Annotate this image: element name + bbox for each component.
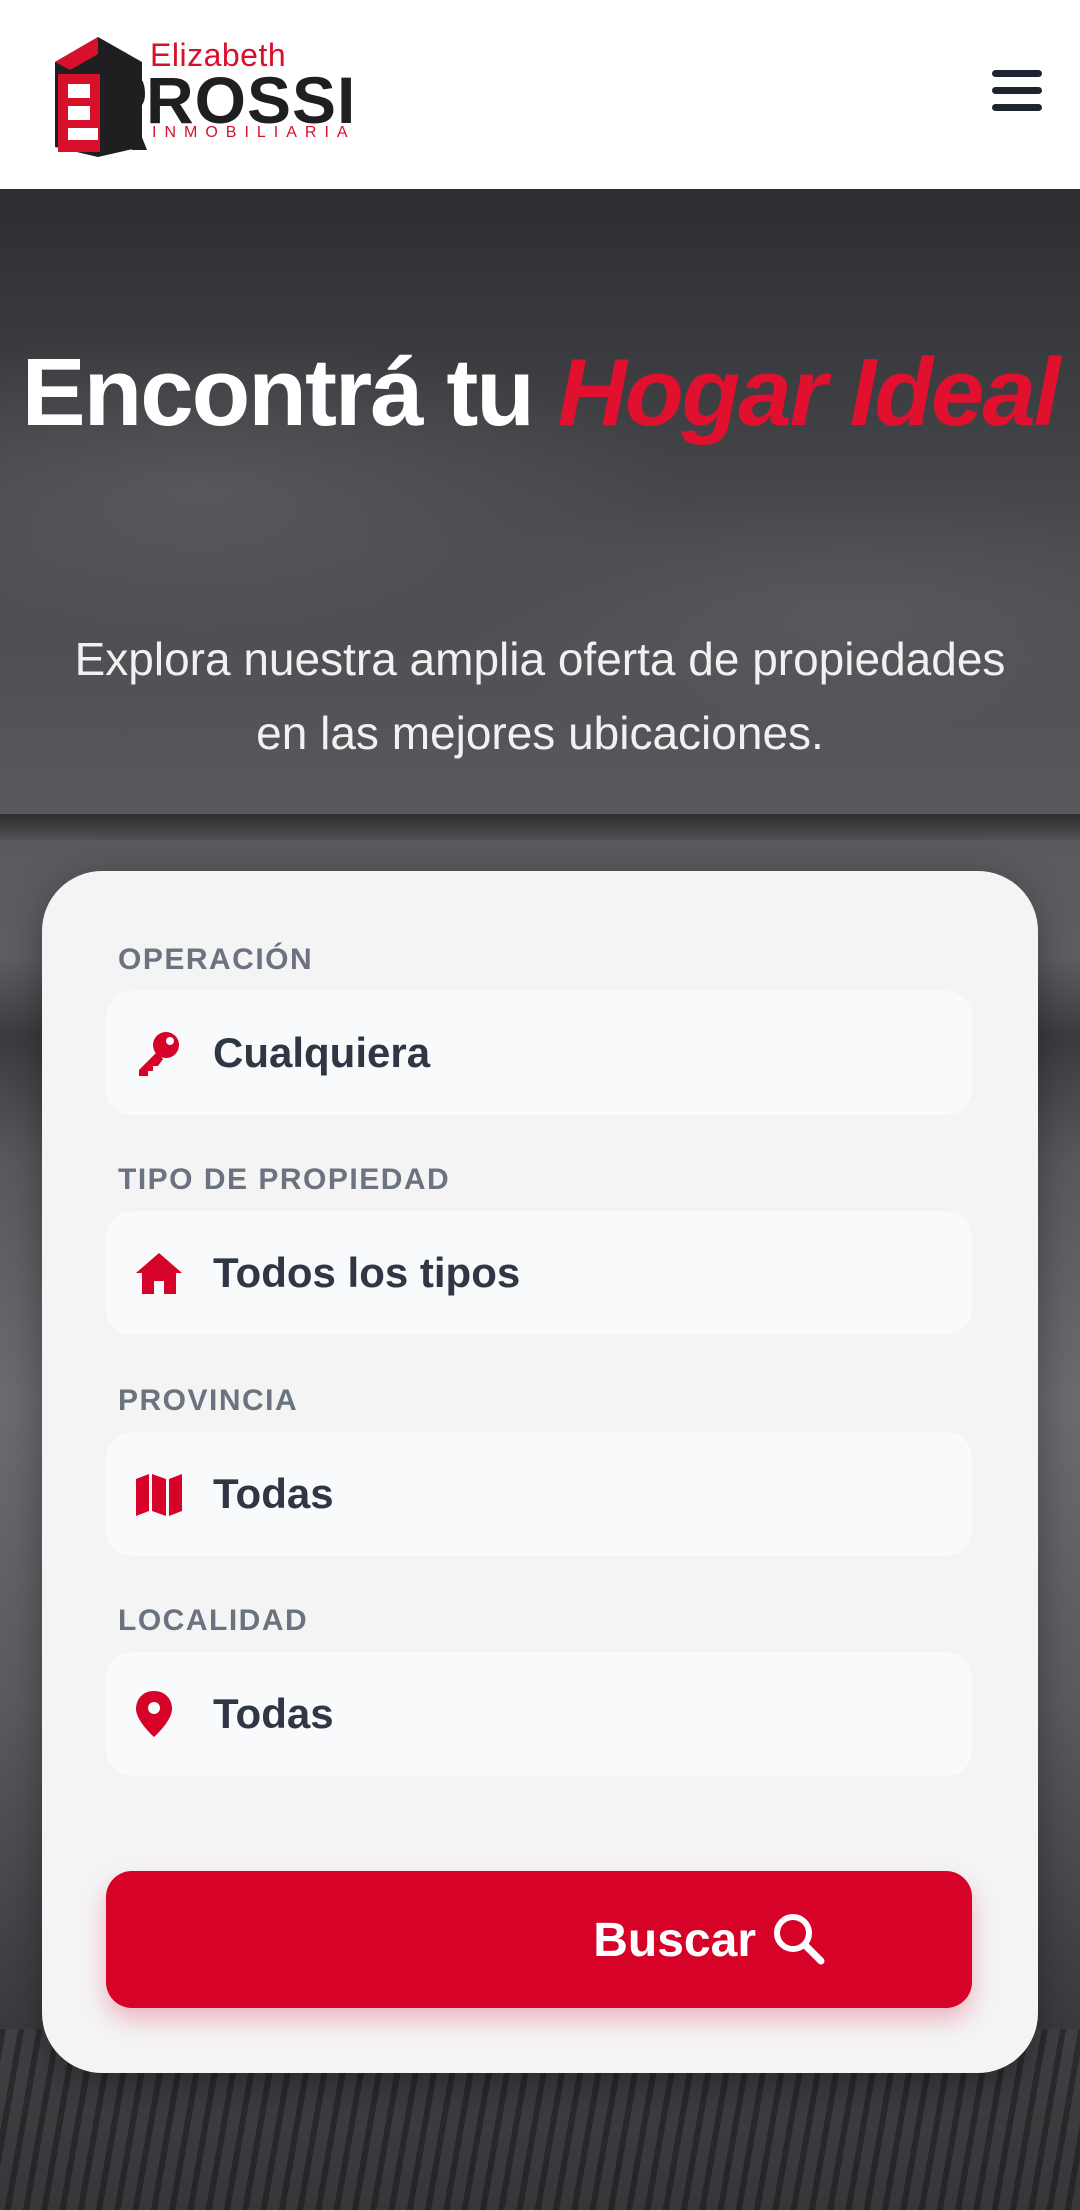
map-icon	[136, 1474, 182, 1516]
search-card: OPERACIÓN Cualquiera TIPO DE PROPIEDAD T…	[42, 871, 1038, 2073]
logo-monogram-icon	[55, 37, 147, 157]
hero-title-accent: Hogar Ideal	[557, 339, 1061, 446]
map-pin-icon	[136, 1691, 172, 1737]
menu-bar	[992, 87, 1042, 94]
operation-label: OPERACIÓN	[118, 943, 314, 976]
search-icon	[774, 1914, 825, 1965]
menu-bar	[992, 104, 1042, 111]
locality-select[interactable]: Todas	[106, 1652, 972, 1776]
province-label: PROVINCIA	[118, 1384, 299, 1417]
operation-value: Cualquiera	[213, 1029, 431, 1076]
hero-title-plain: Encontrá tu	[21, 339, 535, 446]
hero-section: Encontrá tu Hogar Ideal Explora nuestra …	[0, 189, 1080, 2210]
property-type-value: Todos los tipos	[213, 1249, 521, 1296]
hamburger-menu-icon[interactable]	[992, 70, 1042, 114]
site-header: Elizabeth ROSSI INMOBILIARIA	[0, 0, 1080, 189]
menu-bar	[992, 70, 1042, 77]
search-button-label: Buscar	[593, 1914, 756, 1967]
background-horizon	[0, 814, 1080, 840]
locality-value: Todas	[213, 1690, 334, 1737]
hero-title: Encontrá tu Hogar Ideal	[0, 340, 1080, 446]
search-button[interactable]: Buscar	[106, 1871, 972, 2008]
operation-select[interactable]: Cualquiera	[106, 991, 972, 1115]
logo-tagline: INMOBILIARIA	[152, 124, 356, 141]
brand-logo[interactable]: Elizabeth ROSSI INMOBILIARIA	[50, 32, 355, 157]
property-type-label: TIPO DE PROPIEDAD	[118, 1163, 451, 1196]
home-icon	[136, 1253, 182, 1294]
province-select[interactable]: Todas	[106, 1432, 972, 1556]
province-value: Todas	[213, 1470, 334, 1517]
property-type-select[interactable]: Todos los tipos	[106, 1211, 972, 1335]
locality-label: LOCALIDAD	[118, 1604, 309, 1637]
key-icon	[139, 1032, 179, 1076]
hero-subtitle: Explora nuestra amplia oferta de propied…	[74, 633, 1006, 759]
